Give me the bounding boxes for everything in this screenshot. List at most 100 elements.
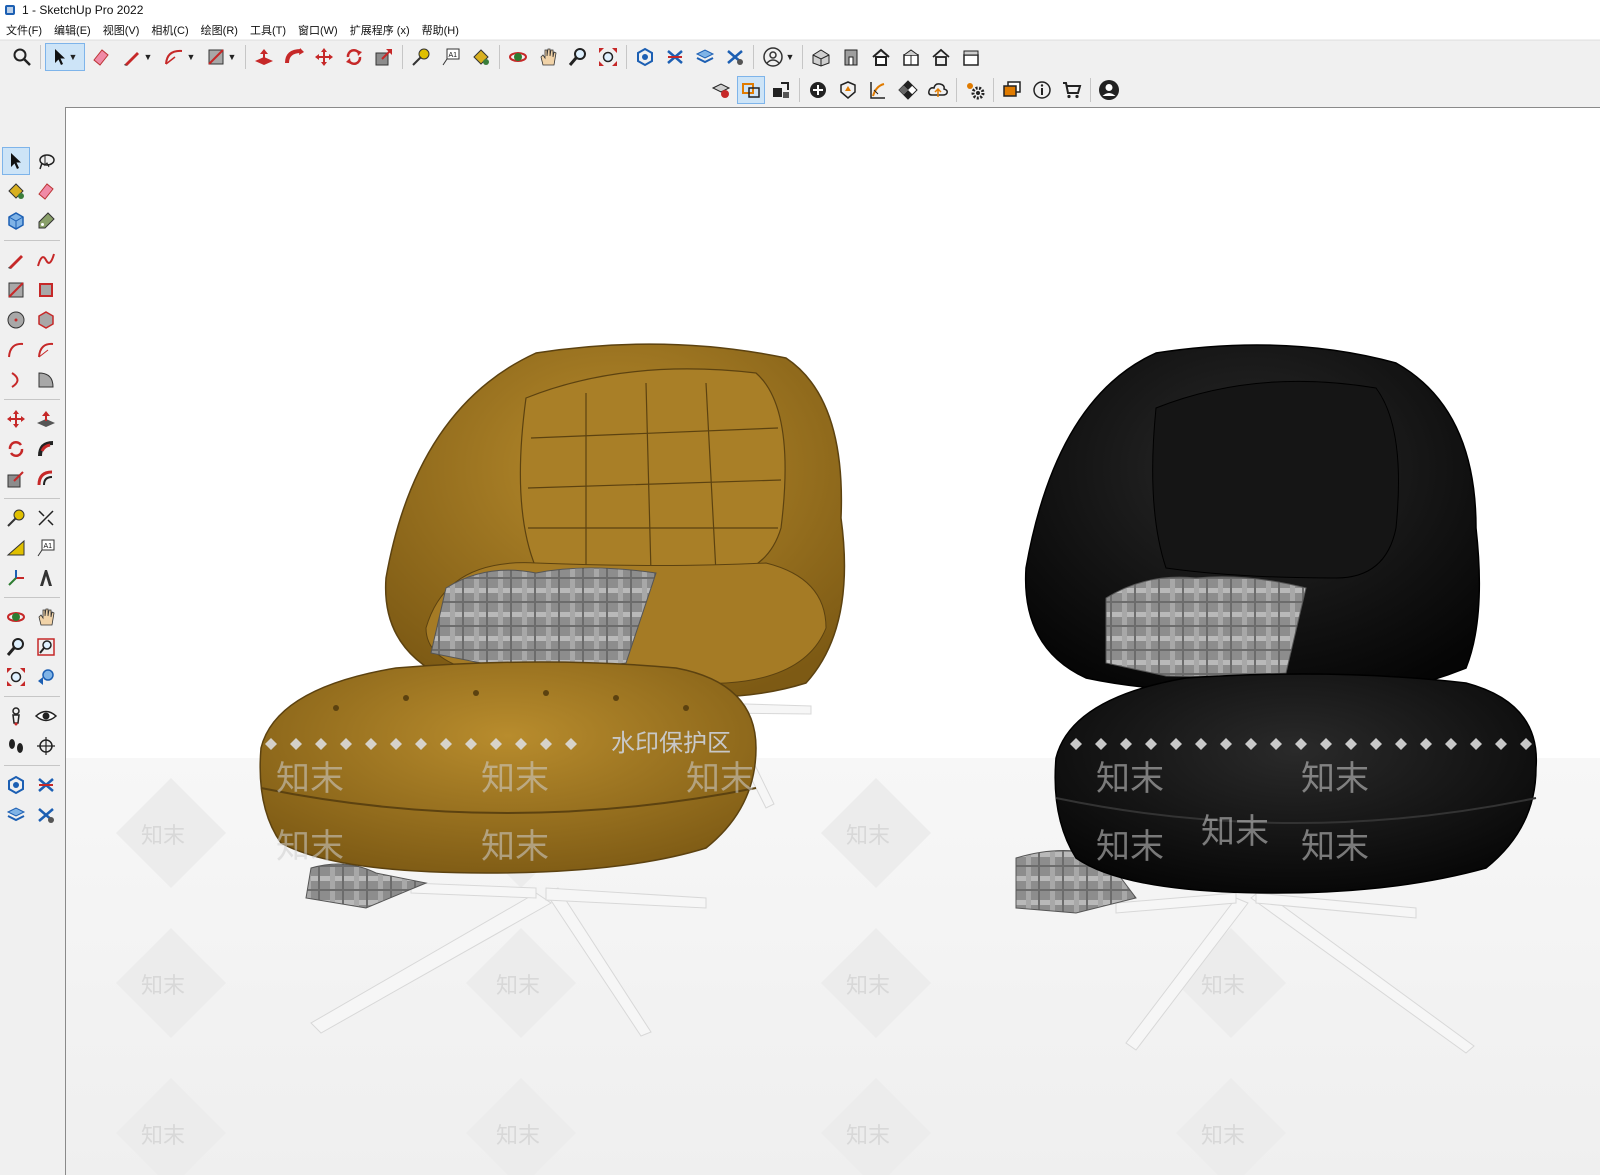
rotated-rectangle-tool[interactable] — [32, 276, 60, 304]
info-button[interactable] — [1028, 76, 1056, 104]
arc-tool[interactable] — [2, 336, 30, 364]
look-around-tool[interactable] — [32, 702, 60, 730]
sandbox-button[interactable] — [834, 76, 862, 104]
solid-tools-button[interactable] — [707, 76, 735, 104]
3d-text-tool[interactable] — [32, 564, 60, 592]
rotate-tool[interactable] — [2, 435, 30, 463]
follow-me-button[interactable] — [280, 43, 308, 71]
menu-extensions[interactable]: 扩展程序 (x) — [344, 22, 416, 38]
chevron-down-icon[interactable]: ▼ — [144, 52, 153, 62]
component-tool[interactable] — [2, 207, 30, 235]
menu-draw[interactable]: 绘图(R) — [195, 22, 244, 38]
eraser-tool[interactable] — [32, 177, 60, 205]
profile-button[interactable] — [1095, 76, 1123, 104]
scale-button[interactable] — [370, 43, 398, 71]
warehouse-button[interactable] — [631, 43, 659, 71]
styles-button[interactable] — [864, 76, 892, 104]
menu-camera[interactable]: 相机(C) — [145, 22, 194, 38]
orbit-tool[interactable] — [2, 603, 30, 631]
menu-view[interactable]: 视图(V) — [97, 22, 146, 38]
chevron-down-icon[interactable]: ▼ — [228, 52, 237, 62]
move-tool[interactable] — [2, 405, 30, 433]
left-view-button[interactable] — [957, 43, 985, 71]
back-view-button[interactable] — [927, 43, 955, 71]
account-button[interactable]: ▼ — [758, 43, 798, 71]
pie-tool[interactable] — [32, 366, 60, 394]
line-tool[interactable] — [2, 246, 30, 274]
iso-view-button[interactable] — [807, 43, 835, 71]
menu-window[interactable]: 窗口(W) — [292, 22, 344, 38]
front-view-button[interactable] — [837, 43, 865, 71]
search-button[interactable] — [8, 43, 36, 71]
polygon-tool[interactable] — [32, 306, 60, 334]
text-button[interactable]: A1 — [437, 43, 465, 71]
pan-button[interactable] — [534, 43, 562, 71]
dimension-tool[interactable] — [32, 504, 60, 532]
export-button[interactable] — [767, 76, 795, 104]
chevron-down-icon[interactable]: ▼ — [69, 52, 78, 62]
extension-warehouse-button[interactable] — [661, 43, 689, 71]
zoom-extents-tool[interactable] — [2, 663, 30, 691]
warehouse-tool[interactable] — [2, 771, 30, 799]
pencil-button[interactable]: ▼ — [117, 43, 157, 71]
move-button[interactable] — [310, 43, 338, 71]
scene-canvas[interactable]: 知末 知末 知末 知末 知末 知末 知末 知末 知末 知末 水印保护区 知末 知… — [66, 108, 1600, 1175]
zoom-button[interactable] — [564, 43, 592, 71]
extension-manager-button[interactable] — [721, 43, 749, 71]
extension-warehouse-tool[interactable] — [32, 771, 60, 799]
protractor-tool[interactable] — [2, 534, 30, 562]
model-viewport[interactable]: 知末 知末 知末 知末 知末 知末 知末 知末 知末 知末 水印保护区 知末 知… — [65, 107, 1600, 1175]
extension-manager-tool[interactable] — [32, 801, 60, 829]
walk-tool[interactable] — [2, 732, 30, 760]
orbit-button[interactable] — [504, 43, 532, 71]
select-button[interactable]: ▼ — [45, 43, 85, 71]
previous-view-tool[interactable] — [32, 663, 60, 691]
three-point-arc-tool[interactable] — [2, 366, 30, 394]
add-location-button[interactable] — [804, 76, 832, 104]
freehand-tool[interactable] — [32, 246, 60, 274]
chevron-down-icon[interactable]: ▼ — [187, 52, 196, 62]
select-tool[interactable] — [2, 147, 30, 175]
tape-measure-button[interactable] — [407, 43, 435, 71]
paint-bucket-tool[interactable] — [2, 177, 30, 205]
zoom-window-tool[interactable] — [32, 633, 60, 661]
cloud-button[interactable] — [924, 76, 952, 104]
two-point-arc-tool[interactable] — [32, 336, 60, 364]
arc-button[interactable]: ▼ — [159, 43, 199, 71]
follow-me-tool[interactable] — [32, 435, 60, 463]
lasso-tool[interactable] — [32, 147, 60, 175]
text-tool[interactable]: A1 — [32, 534, 60, 562]
tape-measure-tool[interactable] — [2, 504, 30, 532]
cart-button[interactable] — [1058, 76, 1086, 104]
textures-button[interactable] — [894, 76, 922, 104]
dialog-button[interactable] — [998, 76, 1026, 104]
chevron-down-icon[interactable]: ▼ — [786, 52, 795, 62]
menu-tools[interactable]: 工具(T) — [244, 22, 292, 38]
axes-tool[interactable] — [2, 564, 30, 592]
position-camera-tool[interactable] — [2, 702, 30, 730]
top-view-button[interactable] — [867, 43, 895, 71]
push-pull-tool[interactable] — [32, 405, 60, 433]
paint-bucket-button[interactable] — [467, 43, 495, 71]
layout-tool[interactable] — [2, 801, 30, 829]
rectangle-tool[interactable] — [2, 276, 30, 304]
outer-shell-button[interactable] — [737, 76, 765, 104]
rectangle-button[interactable]: ▼ — [201, 43, 241, 71]
settings-button[interactable] — [961, 76, 989, 104]
zoom-extents-button[interactable] — [594, 43, 622, 71]
pan-tool[interactable] — [32, 603, 60, 631]
right-view-button[interactable] — [897, 43, 925, 71]
push-pull-button[interactable] — [250, 43, 278, 71]
offset-tool[interactable] — [32, 465, 60, 493]
menu-help[interactable]: 帮助(H) — [416, 22, 465, 38]
rotate-button[interactable] — [340, 43, 368, 71]
menu-file[interactable]: 文件(F) — [0, 22, 48, 38]
menu-edit[interactable]: 编辑(E) — [48, 22, 97, 38]
eraser-button[interactable] — [87, 43, 115, 71]
section-plane-tool[interactable] — [32, 732, 60, 760]
tag-tool[interactable] — [32, 207, 60, 235]
scale-tool[interactable] — [2, 465, 30, 493]
zoom-tool[interactable] — [2, 633, 30, 661]
circle-tool[interactable] — [2, 306, 30, 334]
layout-button[interactable] — [691, 43, 719, 71]
